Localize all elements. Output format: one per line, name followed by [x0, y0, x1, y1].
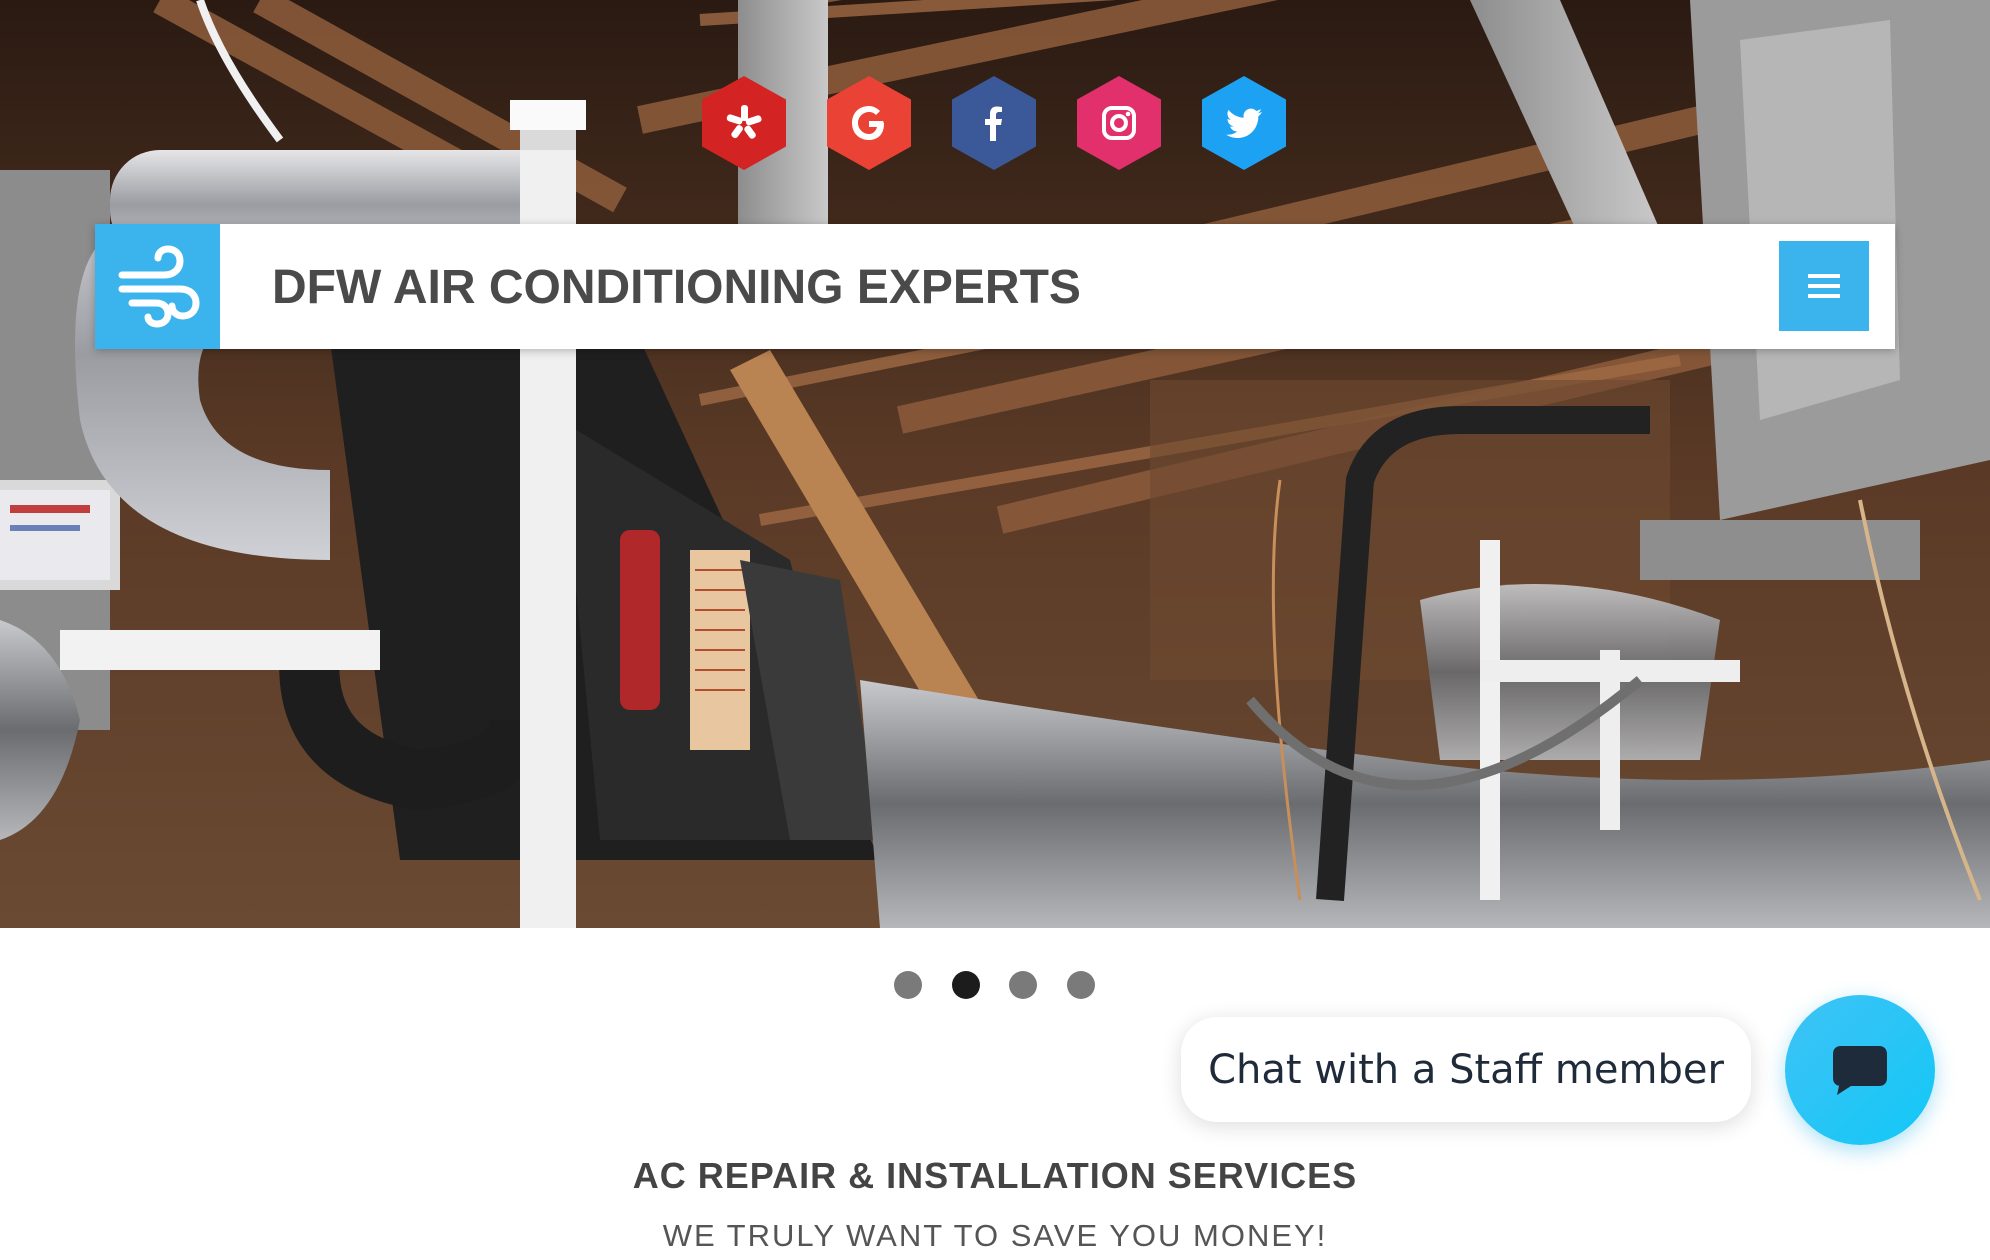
yelp-link[interactable]: [702, 76, 786, 170]
social-links: [0, 76, 1990, 172]
slider-dot-3[interactable]: [1009, 971, 1037, 999]
slider-dot-4[interactable]: [1067, 971, 1095, 999]
twitter-link[interactable]: [1202, 76, 1286, 170]
instagram-link[interactable]: [1077, 76, 1161, 170]
twitter-icon: [1226, 108, 1262, 138]
menu-button[interactable]: [1779, 241, 1869, 331]
site-title[interactable]: DFW AIR CONDITIONING EXPERTS: [272, 260, 1081, 315]
yelp-icon: [726, 105, 762, 139]
hero-image: DFW AIR CONDITIONING EXPERTS: [0, 0, 1990, 928]
wind-icon: [118, 244, 200, 328]
slider-dot-2[interactable]: [952, 971, 980, 999]
facebook-link[interactable]: [952, 76, 1036, 170]
google-icon: [852, 106, 884, 140]
chat-prompt[interactable]: Chat with a Staff member: [1181, 1017, 1751, 1122]
services-heading: AC REPAIR & INSTALLATION SERVICES: [632, 1155, 1358, 1196]
slider-dot-1[interactable]: [894, 971, 922, 999]
slider-pagination: [0, 971, 1990, 1001]
chat-launcher-button[interactable]: [1785, 995, 1935, 1145]
chat-prompt-label: Chat with a Staff member: [1208, 1046, 1724, 1093]
site-logo[interactable]: [95, 224, 220, 349]
facebook-icon: [985, 106, 1002, 141]
hamburger-icon: [1808, 274, 1840, 298]
google-link[interactable]: [827, 76, 911, 170]
services-subheading: WE TRULY WANT TO SAVE YOU MONEY!: [662, 1218, 1328, 1253]
site-header: DFW AIR CONDITIONING EXPERTS: [95, 224, 1895, 349]
instagram-icon: [1102, 106, 1136, 140]
chat-bubble-icon: [1833, 1046, 1887, 1095]
